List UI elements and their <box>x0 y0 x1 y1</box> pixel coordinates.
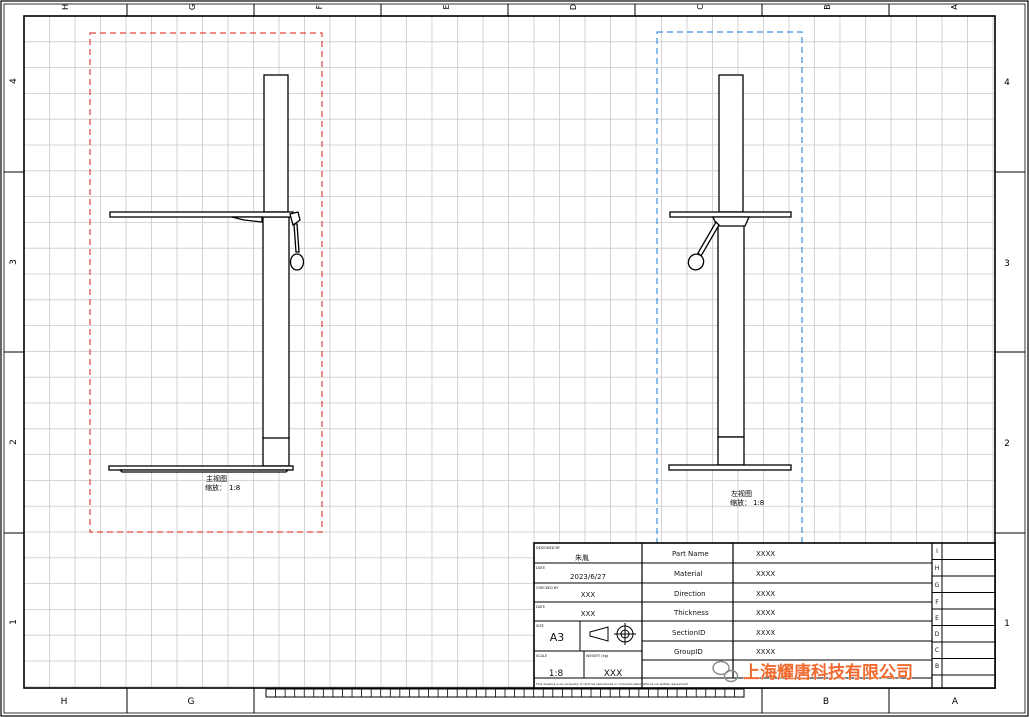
weight-label: WEIGHT (kg) <box>586 654 609 658</box>
zone-label-top: F <box>315 4 324 9</box>
zone-label-top: G <box>188 4 197 10</box>
front-top-plate <box>109 211 294 218</box>
side-view-title: 左视图 <box>731 489 752 498</box>
front-column-upper <box>263 74 289 213</box>
property-key: SectionID <box>672 629 705 637</box>
sheet-size: A3 <box>550 631 565 644</box>
check-date-value: XXX <box>581 610 596 618</box>
side-column-lower <box>717 221 745 438</box>
front-base-foot <box>118 469 290 473</box>
zone-label-top: A <box>950 4 959 10</box>
row-label-right: 3 <box>1004 259 1010 269</box>
side-view-scale-label: 缩放： <box>730 498 751 507</box>
side-top-plate <box>669 211 792 218</box>
scale-label: SCALE <box>536 654 547 658</box>
scale-ruler <box>265 688 745 698</box>
checker-label: CHECKED BY <box>536 586 559 590</box>
designer-label: DESIGNED BY <box>536 546 561 550</box>
property-value: XXXX <box>756 648 775 656</box>
design-date-label: DATE <box>536 566 545 570</box>
watermark-text: 上海耀唐科技有限公司 <box>743 662 913 683</box>
zone-label-bottom: B <box>823 697 829 707</box>
revision-letter: E <box>935 615 939 622</box>
front-view-title: 主视图 <box>206 474 227 483</box>
front-view-scale-value: 1:8 <box>229 484 240 492</box>
front-view-scale-label: 缩放： <box>205 483 226 492</box>
zone-label-bottom: A <box>952 697 959 707</box>
property-key: Material <box>674 570 702 578</box>
front-top-bracket <box>231 216 263 223</box>
property-value: XXXX <box>756 570 775 578</box>
checker-value: XXX <box>581 591 596 599</box>
revision-letter: D <box>935 631 940 638</box>
front-column-base-sleeve <box>262 437 290 467</box>
side-view: 左视图 缩放： 1:8 <box>656 31 803 549</box>
property-key: Direction <box>674 590 706 598</box>
side-lever-arm <box>697 220 720 258</box>
row-label-left: 1 <box>9 619 19 625</box>
weight-value: XXX <box>604 669 623 679</box>
front-view: 主视图 缩放： 1:8 <box>89 32 323 533</box>
side-lever-knob <box>687 253 705 271</box>
front-column-lower <box>262 216 290 440</box>
property-value: XXXX <box>756 590 775 598</box>
property-key: GroupID <box>674 648 703 656</box>
property-value: XXXX <box>756 629 775 637</box>
check-date-label: DATE <box>536 605 545 609</box>
property-value: XXXX <box>756 609 775 617</box>
revision-letter: F <box>935 599 939 606</box>
revision-letter: B <box>935 663 939 670</box>
revision-letter: C <box>935 647 939 654</box>
zone-label-bottom: G <box>188 697 195 707</box>
zone-label-bottom: H <box>61 697 68 707</box>
property-key: Part Name <box>672 550 709 558</box>
footer-note: This drawing is our property; it can't b… <box>535 682 689 686</box>
front-lever-knob <box>289 253 305 271</box>
property-key: Thickness <box>673 609 709 617</box>
front-lever-pivot <box>289 211 301 227</box>
property-value: XXXX <box>756 550 775 558</box>
drawing-scale: 1:8 <box>549 669 564 679</box>
zone-label-top: D <box>569 4 578 10</box>
row-label-left: 2 <box>9 439 19 445</box>
row-label-right: 2 <box>1004 439 1010 449</box>
revision-letter: G <box>935 582 940 589</box>
designer-value: 朱胤 <box>575 553 589 562</box>
row-label-right: 4 <box>1004 78 1010 88</box>
zone-label-top: H <box>61 4 70 10</box>
side-base-plate <box>668 464 792 471</box>
zone-label-top: C <box>696 4 705 10</box>
side-view-scale-value: 1:8 <box>753 499 764 507</box>
watermark: 上海耀唐科技有限公司 <box>712 660 913 683</box>
revision-letter: I <box>936 548 938 555</box>
revision-letter: H <box>935 565 940 572</box>
row-label-right: 1 <box>1004 619 1010 629</box>
row-label-left: 3 <box>9 259 19 265</box>
front-view-part <box>108 74 305 473</box>
row-label-left: 4 <box>9 78 19 84</box>
drawing-sheet: H G F E D C B A H G B A 4 3 2 1 4 3 2 1 <box>0 0 1029 717</box>
size-label: SIZE <box>536 624 544 628</box>
side-column-upper <box>718 74 744 213</box>
design-date-value: 2023/6/27 <box>570 573 606 581</box>
side-column-base-sleeve <box>717 436 745 466</box>
zone-label-top: E <box>442 4 451 9</box>
zone-label-top: B <box>823 4 832 10</box>
